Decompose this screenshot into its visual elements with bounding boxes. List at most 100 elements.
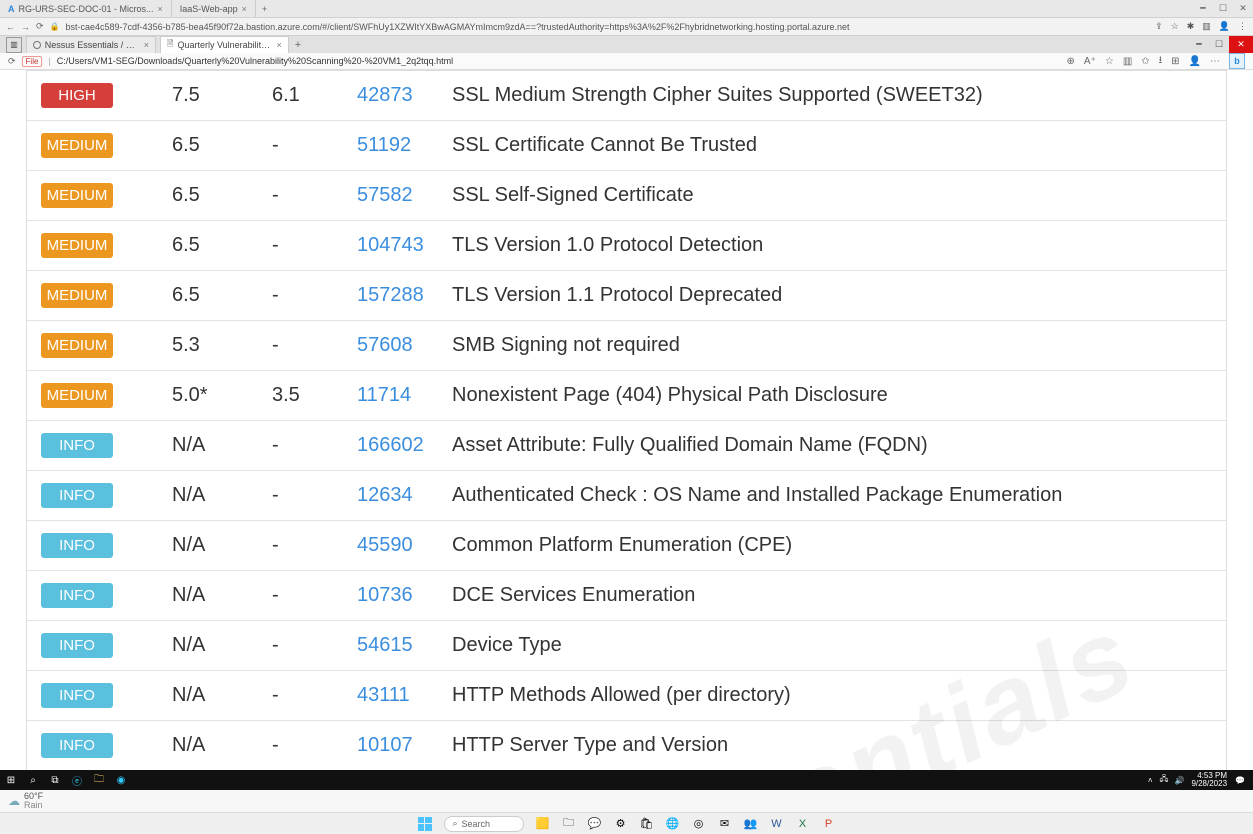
- cvss2-score: 7.5: [172, 84, 272, 107]
- network-icon[interactable]: 🖧: [1157, 773, 1172, 787]
- search-placeholder: Search: [462, 819, 491, 829]
- cvss2-score: N/A: [172, 684, 272, 707]
- back-icon[interactable]: ←: [6, 22, 15, 32]
- plugin-link[interactable]: 10736: [357, 584, 413, 606]
- inner-tab-1[interactable]: 🗎 Quarterly Vulnerability Scanning ×: [160, 36, 289, 53]
- bing-sidebar-button[interactable]: b: [1229, 53, 1245, 69]
- favorite-icon[interactable]: ☆: [1171, 21, 1179, 32]
- close-icon[interactable]: ×: [144, 40, 149, 50]
- windows-start-button[interactable]: [418, 817, 432, 831]
- plugin-link[interactable]: 12634: [357, 484, 413, 506]
- file-explorer-icon[interactable]: 🗀: [88, 770, 110, 790]
- reload-icon[interactable]: ⟳: [8, 56, 16, 67]
- host-weather-bar[interactable]: ☁ 60°F Rain: [0, 790, 1253, 812]
- reading-list-icon[interactable]: ▥: [1202, 21, 1211, 32]
- lock-icon: 🔒: [50, 22, 60, 31]
- severity-badge: INFO: [41, 733, 113, 758]
- chevron-up-icon[interactable]: ˄: [1144, 776, 1157, 785]
- vulnerability-name: Nonexistent Page (404) Physical Path Dis…: [452, 384, 1226, 407]
- store-icon[interactable]: 🛍: [640, 817, 654, 831]
- severity-badge: MEDIUM: [41, 183, 113, 208]
- plugin-link[interactable]: 10107: [357, 734, 413, 756]
- plugin-link[interactable]: 57608: [357, 334, 413, 356]
- task-view-button[interactable]: ⧉: [44, 770, 66, 790]
- plugin-link[interactable]: 166602: [357, 434, 424, 456]
- outer-tab-label: RG-URS-SEC-DOC-01 - Micros...: [19, 4, 154, 14]
- settings-icon[interactable]: ⚙: [614, 817, 628, 831]
- profile-icon[interactable]: 👤: [1189, 56, 1201, 67]
- minimize-button[interactable]: ━: [1193, 0, 1213, 17]
- plugin-link[interactable]: 43111: [357, 684, 410, 706]
- favorite-icon[interactable]: ☆: [1105, 56, 1114, 67]
- plugin-link[interactable]: 54615: [357, 634, 413, 656]
- plugin-link[interactable]: 45590: [357, 534, 413, 556]
- outer-tab-label: IaaS-Web-app: [180, 4, 238, 14]
- clock[interactable]: 4:53 PM 9/28/2023: [1187, 772, 1231, 788]
- taskbar-search[interactable]: ⌕ Search: [444, 816, 524, 832]
- zoom-icon[interactable]: ⊕: [1067, 56, 1075, 67]
- extensions-icon[interactable]: ⊞: [1171, 56, 1179, 67]
- word-icon[interactable]: W: [770, 817, 784, 831]
- plugin-link[interactable]: 42873: [357, 84, 413, 106]
- severity-badge: MEDIUM: [41, 383, 113, 408]
- close-button[interactable]: ✕: [1233, 0, 1253, 17]
- plugin-link[interactable]: 11714: [357, 384, 411, 406]
- chat-icon[interactable]: 💬: [588, 817, 602, 831]
- remote-taskbar: ⊞ ⌕ ⧉ ⓔ 🗀 ◉ ˄ 🖧 🔊 4:53 PM 9/28/2023 💬: [0, 770, 1253, 790]
- inner-url-text[interactable]: C:/Users/VM1-SEG/Downloads/Quarterly%20V…: [57, 56, 1061, 66]
- inner-new-tab-button[interactable]: +: [289, 39, 307, 51]
- extension-icon[interactable]: ✱: [1187, 21, 1195, 32]
- reload-icon[interactable]: ⟳: [36, 21, 44, 32]
- maximize-button[interactable]: ☐: [1209, 36, 1229, 53]
- minimize-button[interactable]: ━: [1189, 36, 1209, 53]
- outer-tab-0[interactable]: A RG-URS-SEC-DOC-01 - Micros... ×: [0, 0, 172, 17]
- outer-tab-1[interactable]: IaaS-Web-app ×: [172, 0, 256, 17]
- severity-badge: HIGH: [41, 83, 113, 108]
- share-icon[interactable]: ⇪: [1155, 21, 1163, 32]
- favorites-bar-icon[interactable]: ✩: [1141, 56, 1149, 67]
- forward-icon[interactable]: →: [21, 22, 30, 32]
- chrome-icon[interactable]: ◎: [692, 817, 706, 831]
- tab-actions-button[interactable]: ▥: [6, 37, 22, 53]
- powerpoint-icon[interactable]: P: [822, 817, 836, 831]
- cvss3-score: -: [272, 534, 357, 557]
- downloads-icon[interactable]: ⭳: [1159, 53, 1163, 70]
- outer-url-text[interactable]: bst-cae4c589-7cdf-4356-b785-bea45f90f72a…: [66, 22, 1150, 32]
- close-icon[interactable]: ×: [276, 40, 281, 50]
- edge-icon[interactable]: ◉: [110, 770, 132, 790]
- nessus-icon: [33, 41, 41, 49]
- close-icon[interactable]: ×: [242, 4, 247, 14]
- search-button[interactable]: ⌕: [22, 770, 44, 790]
- menu-icon[interactable]: ⋯: [1210, 56, 1220, 67]
- file-explorer-icon[interactable]: 🗀: [562, 817, 576, 831]
- vulnerability-name: TLS Version 1.1 Protocol Deprecated: [452, 284, 1226, 307]
- severity-badge: MEDIUM: [41, 133, 113, 158]
- close-button[interactable]: ✕: [1229, 36, 1253, 53]
- new-tab-button[interactable]: +: [256, 4, 273, 14]
- close-icon[interactable]: ×: [158, 4, 163, 14]
- vulnerability-row: MEDIUM5.3-57608SMB Signing not required: [27, 320, 1226, 370]
- start-button[interactable]: ⊞: [0, 770, 22, 790]
- plugin-link[interactable]: 51192: [357, 134, 411, 156]
- outlook-icon[interactable]: ✉: [718, 817, 732, 831]
- ie-icon[interactable]: ⓔ: [66, 770, 88, 790]
- edge-icon[interactable]: 🌐: [666, 817, 680, 831]
- taskbar-app-icon[interactable]: 🟨: [536, 817, 550, 831]
- menu-icon[interactable]: ⋮: [1238, 21, 1247, 32]
- teams-icon[interactable]: 👥: [744, 817, 758, 831]
- plugin-link[interactable]: 57582: [357, 184, 413, 206]
- excel-icon[interactable]: X: [796, 817, 810, 831]
- cvss3-score: -: [272, 484, 357, 507]
- vulnerability-name: SSL Certificate Cannot Be Trusted: [452, 134, 1226, 157]
- profile-icon[interactable]: 👤: [1219, 21, 1230, 32]
- notifications-icon[interactable]: 💬: [1231, 776, 1249, 785]
- inner-tab-0[interactable]: Nessus Essentials / Folders / Vie... ×: [26, 36, 156, 53]
- collections-icon[interactable]: ▥: [1123, 56, 1132, 67]
- sound-icon[interactable]: 🔊: [1171, 776, 1187, 785]
- severity-badge: INFO: [41, 433, 113, 458]
- plugin-link[interactable]: 157288: [357, 284, 424, 306]
- maximize-button[interactable]: ☐: [1213, 0, 1233, 17]
- vulnerability-row: INFON/A-54615Device Type: [27, 620, 1226, 670]
- plugin-link[interactable]: 104743: [357, 234, 424, 256]
- read-aloud-icon[interactable]: A⁺: [1084, 56, 1096, 67]
